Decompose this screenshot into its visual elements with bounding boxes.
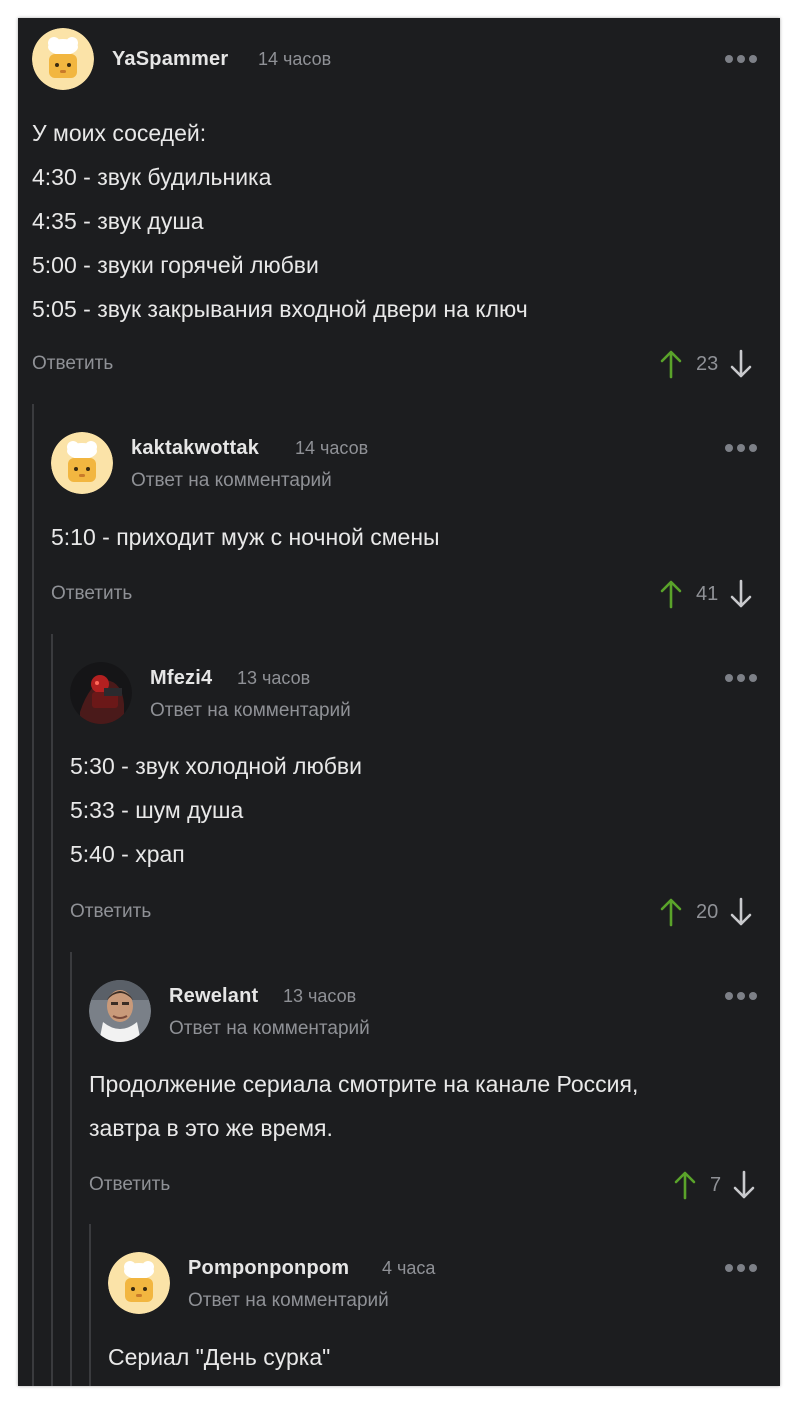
- thread-line: [51, 634, 53, 1386]
- reply-to-link[interactable]: Ответ на комментарий: [188, 1290, 389, 1312]
- username[interactable]: Rewelant: [169, 985, 258, 1008]
- rating: 7: [710, 1173, 722, 1196]
- upvote-arrow-icon[interactable]: [660, 349, 682, 379]
- upvote-arrow-icon[interactable]: [674, 1170, 696, 1200]
- more-dots-icon[interactable]: [725, 992, 757, 1000]
- thread-line: [89, 1224, 91, 1386]
- reply-button[interactable]: Ответить: [89, 1174, 170, 1196]
- reply-button[interactable]: Ответить: [32, 353, 113, 375]
- comment-text: У моих соседей: 4:30 - звук будильника 4…: [32, 120, 528, 322]
- reply-button[interactable]: Ответить: [70, 901, 151, 923]
- username[interactable]: YaSpammer: [112, 48, 228, 71]
- comment-text: Продолжение сериала смотрите на канале Р…: [89, 1071, 639, 1141]
- reply-to-link[interactable]: Ответ на комментарий: [150, 700, 351, 722]
- username[interactable]: Mfezi4: [150, 667, 212, 690]
- rating: 41: [696, 582, 719, 605]
- upvote-arrow-icon[interactable]: [660, 897, 682, 927]
- comment-time: 13 часов: [237, 668, 311, 688]
- downvote-arrow-icon[interactable]: [733, 1170, 755, 1200]
- more-dots-icon[interactable]: [725, 444, 757, 452]
- username[interactable]: Pomponponpom: [188, 1257, 349, 1280]
- thread-line: [70, 952, 72, 1386]
- comment-text: Сериал "День сурка": [108, 1344, 331, 1370]
- reply-button[interactable]: Ответить: [51, 583, 132, 605]
- comment-time: 14 часов: [295, 438, 369, 458]
- comments-panel: YaSpammer 14 часов У моих соседей: 4:30 …: [18, 18, 780, 1386]
- thread-line: [32, 404, 34, 1386]
- vote-controls: 41: [660, 579, 752, 609]
- more-dots-icon[interactable]: [725, 1264, 757, 1272]
- username[interactable]: kaktakwottak: [131, 437, 259, 460]
- avatar[interactable]: [32, 28, 94, 90]
- avatar[interactable]: [51, 432, 113, 494]
- avatar[interactable]: [70, 662, 132, 724]
- more-dots-icon[interactable]: [725, 674, 757, 682]
- reply-to-link[interactable]: Ответ на комментарий: [131, 470, 332, 492]
- avatar[interactable]: [108, 1252, 170, 1314]
- comment-time: 4 часа: [382, 1258, 436, 1278]
- comment-time: 13 часов: [283, 986, 357, 1006]
- comment-time: 14 часов: [258, 49, 332, 69]
- rating: 23: [696, 352, 719, 375]
- comment-text: 5:30 - звук холодной любви 5:33 - шум ду…: [70, 753, 362, 867]
- downvote-arrow-icon[interactable]: [730, 579, 752, 609]
- avatar[interactable]: [89, 980, 151, 1042]
- downvote-arrow-icon[interactable]: [730, 349, 752, 379]
- vote-controls: 20: [660, 897, 752, 927]
- reply-to-link[interactable]: Ответ на комментарий: [169, 1018, 370, 1040]
- more-dots-icon[interactable]: [725, 55, 757, 63]
- upvote-arrow-icon[interactable]: [660, 579, 682, 609]
- rating: 20: [696, 900, 719, 923]
- vote-controls: 23: [660, 349, 752, 379]
- comment-text: 5:10 - приходит муж с ночной смены: [51, 524, 440, 550]
- vote-controls: 7: [674, 1170, 755, 1200]
- downvote-arrow-icon[interactable]: [730, 897, 752, 927]
